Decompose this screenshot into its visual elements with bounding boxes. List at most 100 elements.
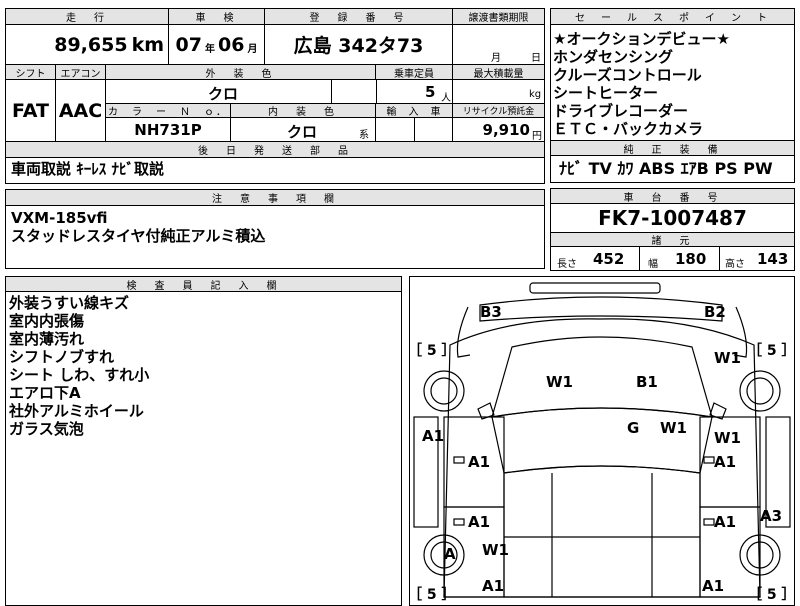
inspection-field: 07 年 06 月 [169, 25, 265, 65]
mark-w1-fender-right: W1 [714, 349, 741, 367]
mark-w1-door-right: W1 [714, 429, 741, 447]
sales-line-2: ホンダセンシング [553, 48, 674, 66]
width-label: 幅 [648, 259, 658, 270]
inspector-line-5: シート しわ、すれ小 [9, 366, 150, 384]
tire-left-top: ［ 5 ］ [410, 342, 456, 359]
equipment-value: ﾅﾋﾞ TV ｶﾜ ABS ｴｱB PS PW [559, 159, 773, 178]
capacity-value: 5 [425, 83, 436, 101]
equipment-box: 純 正 装 備 ﾅﾋﾞ TV ｶﾜ ABS ｴｱB PS PW [550, 141, 795, 183]
sales-line-4: シートヒーター [553, 84, 659, 102]
load-field: kg [453, 80, 544, 104]
interior-unit: 系 [359, 130, 369, 141]
recycle-value: 9,910 [482, 121, 530, 139]
registration-label: 登 録 番 号 [265, 9, 453, 25]
color-no-value: NH731P [106, 118, 231, 141]
length-label: 長さ [557, 259, 577, 270]
mark-a1-rear-left: A1 [482, 577, 504, 595]
sales-line-6: ＥＴＣ・バックカメラ [553, 120, 704, 138]
length-value: 452 [593, 250, 625, 268]
mark-w1-hood-left: W1 [546, 373, 573, 391]
inspector-line-1: 外装うすい線キズ [9, 294, 130, 312]
exterior-value: クロ [208, 85, 239, 103]
capacity-field: 5 人 [376, 80, 453, 104]
mark-a1-door-fl: A1 [468, 453, 490, 471]
mileage-field: 89,655 km [6, 25, 169, 65]
capacity-unit: 人 [441, 93, 451, 104]
inspector-line-2: 室内内張傷 [9, 312, 85, 330]
capacity-label: 乗車定員 [376, 65, 453, 80]
color-no-label: カ ラ ー Ｎ ｏ． [106, 104, 231, 118]
import-label: 輸 入 車 [376, 104, 453, 118]
inspector-line-6: エアロ下A [9, 384, 81, 402]
registration-value: 広島 342タ73 [265, 25, 453, 65]
parts-label: 後 日 発 送 部 品 [6, 142, 544, 158]
transfer-day-unit: 日 [531, 53, 541, 64]
chassis-box: 車 台 番 号 FK7-1007487 諸 元 長さ 452 幅 180 高さ … [550, 188, 795, 271]
inspection-month-unit: 月 [247, 44, 258, 55]
inspector-line-7: 社外アルミホイール [9, 402, 144, 420]
info-table: 走 行 車 検 登 録 番 号 譲渡書類期限 89,655 km 07 年 06… [5, 8, 545, 142]
notes-line-1: VXM-185vfi [11, 209, 108, 227]
transfer-label: 譲渡書類期限 [453, 9, 544, 25]
chassis-number: FK7-1007487 [598, 206, 747, 230]
recycle-unit: 円 [532, 131, 542, 142]
tire-right-bottom: ［ 5 ］ [748, 586, 794, 603]
inspector-box: 検 査 員 記 入 欄 外装うすい線キズ 室内内張傷 室内薄汚れ シフトノブすれ… [5, 276, 402, 606]
recycle-field: 9,910 円 [453, 118, 544, 142]
car-diagram-box: B3 B2 W1 B1 W1 G W1 A1 A1 A1 W1 A1 A1 A3… [409, 276, 795, 606]
mark-a1-rear-right: A1 [702, 577, 724, 595]
inspection-label: 車 検 [169, 9, 265, 25]
mileage-value: 89,655 [54, 33, 128, 56]
mark-b2: B2 [704, 303, 726, 321]
import-field [376, 118, 453, 141]
sales-line-5: ドライブレコーダー [553, 102, 689, 120]
transfer-field: 月 日 [453, 25, 544, 65]
exterior-label: 外 装 色 [106, 65, 376, 80]
height-label: 高さ [725, 259, 745, 270]
tire-left-bottom: ［ 5 ］ [410, 586, 456, 603]
notes-box: 注 意 事 項 欄 VXM-185vfi スタッドレスタイヤ付純正アルミ積込 [5, 189, 545, 269]
mark-w1-rear-left: W1 [482, 541, 509, 559]
load-unit: kg [529, 89, 542, 100]
chassis-label: 車 台 番 号 [551, 189, 794, 204]
mark-a1-door-rl: A1 [468, 513, 490, 531]
inspection-year-unit: 年 [205, 44, 215, 55]
height-value: 143 [757, 250, 789, 268]
width-value: 180 [675, 250, 707, 268]
ac-label: エアコン [56, 65, 106, 80]
mileage-unit: km [131, 33, 164, 56]
parts-box: 後 日 発 送 部 品 車両取説 ｷｰﾚｽ ﾅﾋﾞ取説 [5, 142, 545, 184]
mark-a-wheel: A [444, 545, 456, 563]
chassis-number-field: FK7-1007487 [551, 204, 794, 233]
inspector-label: 検 査 員 記 入 欄 [6, 277, 401, 292]
specs-row: 長さ 452 幅 180 高さ 143 [551, 247, 794, 270]
shift-label: シフト [6, 65, 56, 80]
inspection-year: 07 [175, 33, 202, 56]
parts-value: 車両取説 ｷｰﾚｽ ﾅﾋﾞ取説 [11, 160, 164, 178]
inspection-month: 06 [218, 33, 245, 56]
inspector-line-8: ガラス気泡 [9, 420, 84, 438]
sales-line-1: ★オークションデビュー★ [553, 30, 730, 48]
sales-line-3: クルーズコントロール [553, 66, 702, 84]
mark-a3-right: A3 [760, 507, 782, 525]
transfer-month-unit: 月 [491, 53, 501, 64]
sales-box: セ ー ル ス ポ イ ン ト ★オークションデビュー★ ホンダセンシング クル… [550, 8, 795, 141]
recycle-label: リサイクル預託金 [453, 104, 544, 118]
tire-right-top: ［ 5 ］ [748, 342, 794, 359]
car-diagram: B3 B2 W1 B1 W1 G W1 A1 A1 A1 W1 A1 A1 A3… [410, 282, 794, 603]
mileage-label: 走 行 [6, 9, 169, 25]
mark-a1-door-fr: A1 [714, 453, 736, 471]
mark-b1-hood: B1 [636, 373, 658, 391]
shift-value: FAT [6, 80, 56, 141]
mark-b3: B3 [480, 303, 502, 321]
mark-g-glass: G [627, 419, 639, 437]
exterior-field: クロ [106, 80, 376, 104]
notes-label: 注 意 事 項 欄 [6, 190, 544, 206]
ac-value: AAC [56, 80, 106, 141]
load-label: 最大積載量 [453, 65, 544, 80]
equipment-label: 純 正 装 備 [551, 141, 794, 156]
interior-label: 内 装 色 [231, 104, 376, 118]
inspector-line-3: 室内薄汚れ [9, 330, 85, 348]
inspector-line-4: シフトノブすれ [9, 348, 115, 366]
specs-label: 諸 元 [551, 233, 794, 247]
